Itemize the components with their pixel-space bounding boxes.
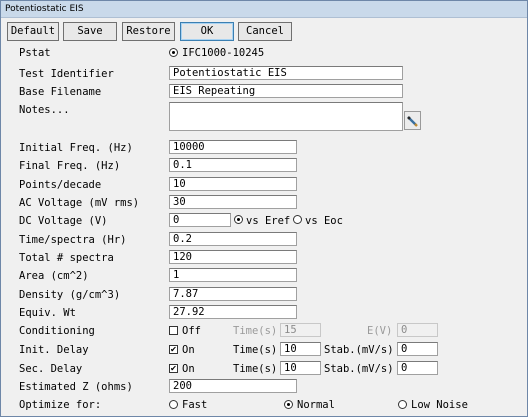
conditioning-e-label: E(V) — [367, 325, 393, 337]
test-identifier-field[interactable]: Potentiostatic EIS — [169, 66, 403, 80]
init-delay-checkbox[interactable]: ✔ — [169, 345, 178, 354]
restore-button[interactable]: Restore — [122, 22, 175, 41]
density-label: Density (g/cm^3) — [19, 289, 121, 301]
equiv-wt-label: Equiv. Wt — [19, 307, 76, 319]
conditioning-label: Conditioning — [19, 325, 95, 337]
sec-delay-label: Sec. Delay — [19, 363, 83, 375]
base-filename-field[interactable]: EIS Repeating — [169, 84, 403, 98]
density-field[interactable]: 7.87 — [169, 287, 297, 301]
base-filename-label: Base Filename — [19, 86, 102, 98]
notes-edit-button[interactable] — [404, 111, 421, 130]
area-label: Area (cm^2) — [19, 270, 89, 282]
init-delay-state: On — [182, 344, 195, 356]
vs-eoc-radio[interactable] — [293, 215, 302, 224]
conditioning-time-label: Time(s) — [233, 325, 278, 337]
vs-eoc-label: vs Eoc — [305, 215, 343, 227]
estimated-z-label: Estimated Z (ohms) — [19, 381, 133, 393]
total-spectra-label: Total # spectra — [19, 252, 114, 264]
conditioning-e-field[interactable]: 0 — [397, 323, 438, 337]
ac-voltage-field[interactable]: 30 — [169, 195, 297, 209]
init-delay-stab-label: Stab.(mV/s) — [324, 344, 394, 356]
pencil-icon — [407, 116, 418, 127]
total-spectra-field[interactable]: 120 — [169, 250, 297, 264]
notes-field[interactable] — [169, 102, 403, 131]
optimize-low-noise-label: Low Noise — [411, 399, 468, 411]
time-spectra-label: Time/spectra (Hr) — [19, 234, 127, 246]
optimize-fast-radio[interactable] — [169, 400, 178, 409]
vs-eref-radio[interactable] — [234, 215, 243, 224]
sec-delay-checkbox[interactable]: ✔ — [169, 364, 178, 373]
conditioning-state: Off — [182, 325, 201, 337]
optimize-normal-radio[interactable] — [284, 400, 293, 409]
notes-label: Notes... — [19, 104, 70, 116]
area-field[interactable]: 1 — [169, 268, 297, 282]
vs-eref-label: vs Eref — [246, 215, 291, 227]
points-decade-field[interactable]: 10 — [169, 177, 297, 191]
equiv-wt-field[interactable]: 27.92 — [169, 305, 297, 319]
window-title: Potentiostatic EIS — [1, 1, 527, 18]
init-delay-time-field[interactable]: 10 — [280, 342, 321, 356]
test-identifier-label: Test Identifier — [19, 68, 114, 80]
save-button[interactable]: Save — [63, 22, 117, 41]
ok-button[interactable]: OK — [180, 22, 234, 41]
default-button[interactable]: Default — [7, 22, 59, 41]
optimize-low-noise-radio[interactable] — [398, 400, 407, 409]
optimize-label: Optimize for: — [19, 399, 102, 411]
pstat-value: IFC1000-10245 — [182, 47, 265, 59]
sec-delay-stab-field[interactable]: 0 — [397, 361, 438, 375]
init-delay-label: Init. Delay — [19, 344, 89, 356]
sec-delay-time-label: Time(s) — [233, 363, 278, 375]
sec-delay-state: On — [182, 363, 195, 375]
dc-voltage-label: DC Voltage (V) — [19, 215, 108, 227]
optimize-normal-label: Normal — [297, 399, 335, 411]
initial-freq-field[interactable]: 10000 — [169, 140, 297, 154]
initial-freq-label: Initial Freq. (Hz) — [19, 142, 133, 154]
sec-delay-stab-label: Stab.(mV/s) — [324, 363, 394, 375]
potentiostatic-eis-dialog: Potentiostatic EIS Default Save Restore … — [0, 0, 528, 417]
conditioning-checkbox[interactable] — [169, 326, 178, 335]
time-spectra-field[interactable]: 0.2 — [169, 232, 297, 246]
conditioning-time-field[interactable]: 15 — [280, 323, 321, 337]
ac-voltage-label: AC Voltage (mV rms) — [19, 197, 140, 209]
final-freq-field[interactable]: 0.1 — [169, 158, 297, 172]
final-freq-label: Final Freq. (Hz) — [19, 160, 121, 172]
optimize-fast-label: Fast — [182, 399, 208, 411]
sec-delay-time-field[interactable]: 10 — [280, 361, 321, 375]
pstat-label: Pstat — [19, 47, 51, 59]
dc-voltage-field[interactable]: 0 — [169, 213, 231, 227]
init-delay-time-label: Time(s) — [233, 344, 278, 356]
estimated-z-field[interactable]: 200 — [169, 379, 297, 393]
pstat-radio[interactable] — [169, 48, 178, 57]
points-decade-label: Points/decade — [19, 179, 102, 191]
init-delay-stab-field[interactable]: 0 — [397, 342, 438, 356]
cancel-button[interactable]: Cancel — [238, 22, 292, 41]
